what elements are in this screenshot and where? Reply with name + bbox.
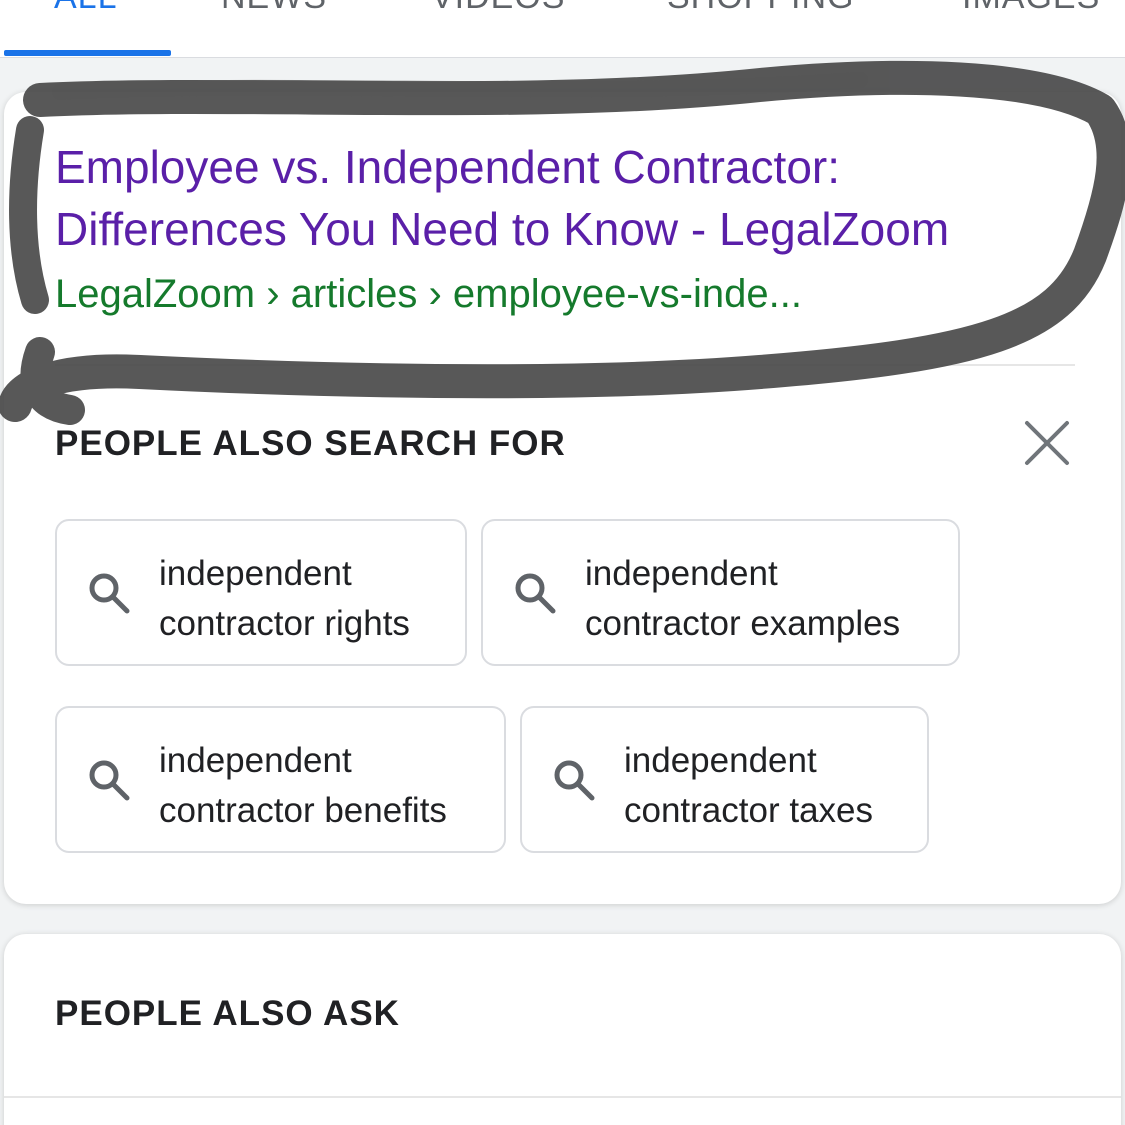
tab-images[interactable]: IMAGES <box>962 0 1100 18</box>
chip-label: independent contractor taxes <box>624 736 873 836</box>
chip-label-line-2: contractor examples <box>585 604 901 643</box>
search-result-card: Employee vs. Independent Contractor: Dif… <box>4 92 1121 904</box>
result-breadcrumb[interactable]: LegalZoom › articles › employee-vs-inde.… <box>55 268 1055 320</box>
search-icon <box>85 569 133 617</box>
tab-videos[interactable]: VIDEOS <box>431 0 565 18</box>
result-title-line-1: Employee vs. Independent Contractor: <box>55 141 841 193</box>
related-search-chip[interactable]: independent contractor taxes <box>520 706 929 853</box>
chip-label-line-2: contractor benefits <box>159 791 447 830</box>
chip-label-line-1: independent <box>585 554 778 593</box>
chip-label: independent contractor benefits <box>159 736 447 836</box>
close-icon[interactable] <box>1022 418 1072 468</box>
people-also-ask-heading: PEOPLE ALSO ASK <box>55 994 400 1033</box>
related-search-chip[interactable]: independent contractor examples <box>481 519 960 666</box>
divider <box>4 1096 1121 1098</box>
search-icon <box>550 756 598 804</box>
result-title-line-2: Differences You Need to Know - LegalZoom <box>55 203 950 255</box>
chip-label-line-2: contractor taxes <box>624 791 873 830</box>
result-title-link[interactable]: Employee vs. Independent Contractor: Dif… <box>55 136 1095 260</box>
chip-label: independent contractor rights <box>159 549 410 649</box>
tab-all[interactable]: ALL <box>54 0 118 18</box>
chip-label-line-1: independent <box>159 741 352 780</box>
search-icon <box>511 569 559 617</box>
divider <box>55 364 1075 366</box>
search-icon <box>85 756 133 804</box>
active-tab-indicator <box>4 50 171 56</box>
search-tab-bar: ALL NEWS VIDEOS SHOPPING IMAGES <box>0 0 1125 58</box>
tab-news[interactable]: NEWS <box>221 0 327 18</box>
related-search-chip[interactable]: independent contractor rights <box>55 519 467 666</box>
tab-shopping[interactable]: SHOPPING <box>667 0 854 18</box>
chip-label-line-1: independent <box>624 741 817 780</box>
chip-label-line-1: independent <box>159 554 352 593</box>
related-search-chip[interactable]: independent contractor benefits <box>55 706 506 853</box>
chip-label-line-2: contractor rights <box>159 604 410 643</box>
chip-label: independent contractor examples <box>585 549 900 649</box>
people-also-ask-card: PEOPLE ALSO ASK <box>4 934 1121 1125</box>
people-also-search-heading: PEOPLE ALSO SEARCH FOR <box>55 424 566 463</box>
